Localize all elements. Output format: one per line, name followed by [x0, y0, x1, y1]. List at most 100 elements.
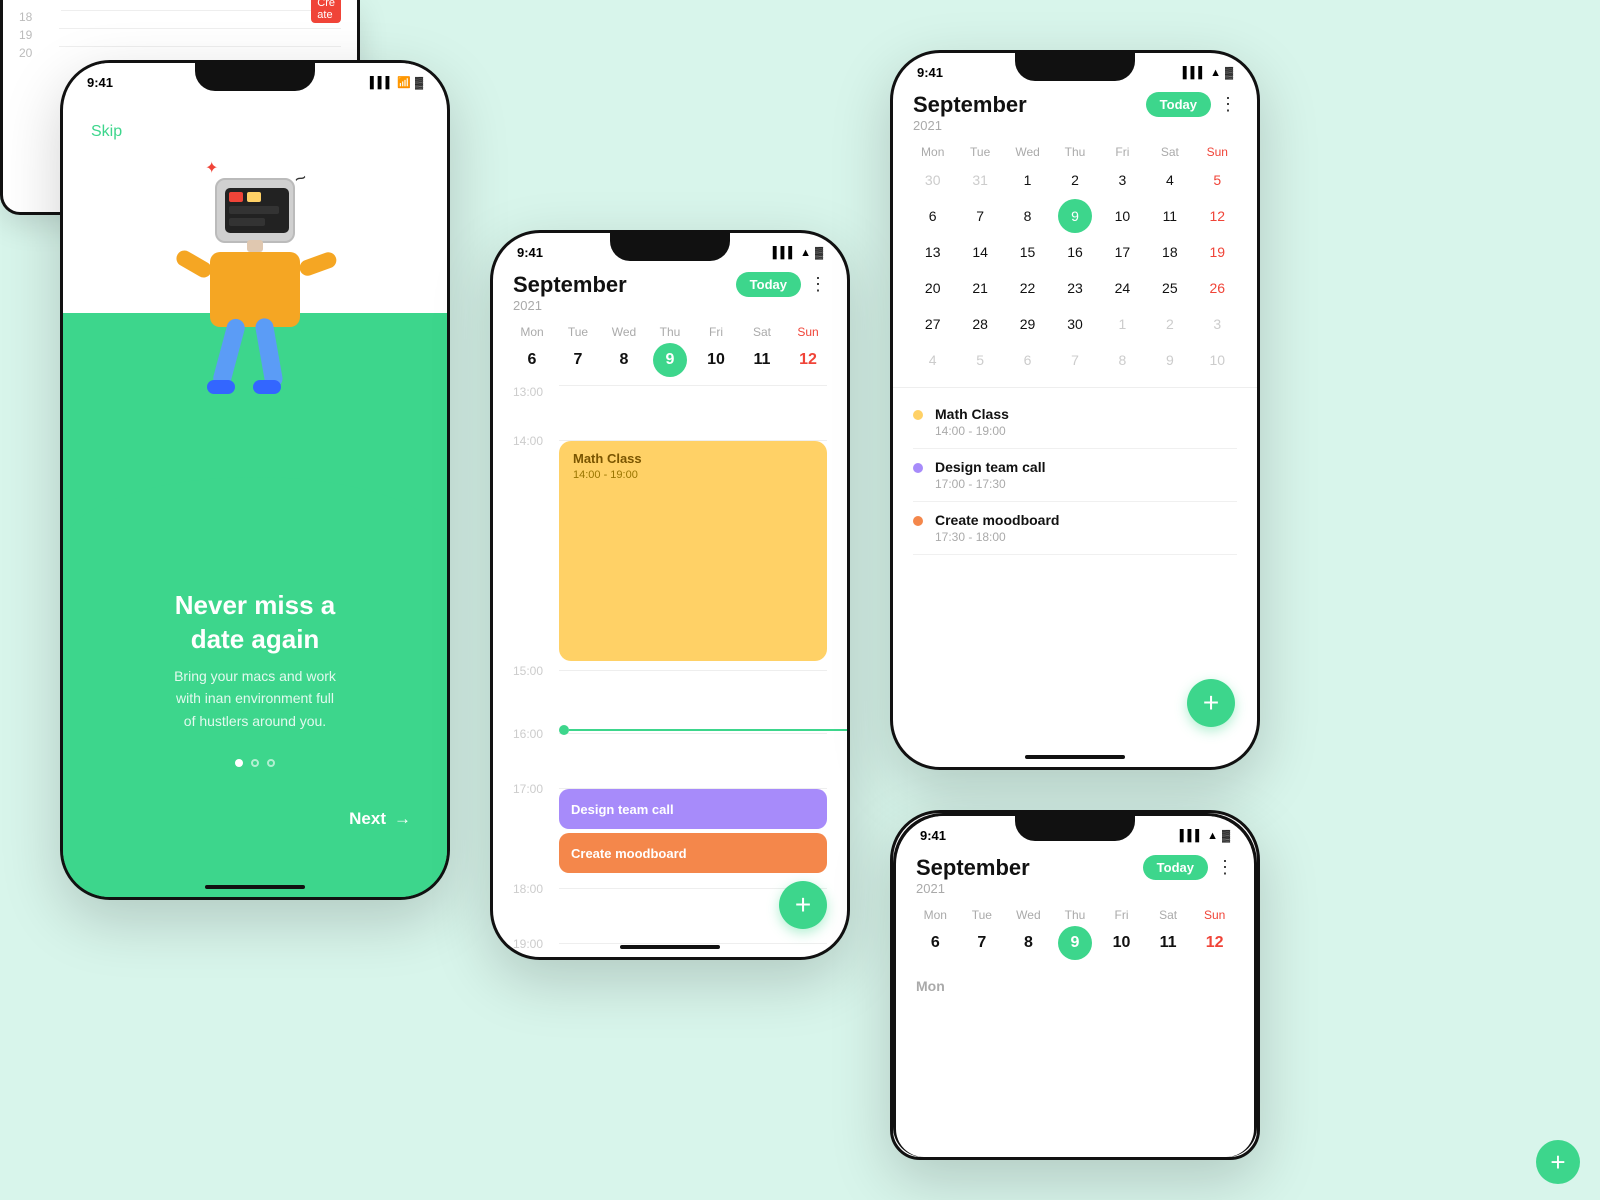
cal-28[interactable]: 28	[963, 307, 997, 341]
cal-oct8[interactable]: 8	[1105, 343, 1139, 377]
week-day-fri-b[interactable]: Fri 10	[1104, 908, 1140, 960]
week-day-fri[interactable]: Fri 10	[698, 325, 734, 377]
status-bar-5: 9:41 ▌▌▌ ▲ ▓	[896, 816, 1254, 847]
week-day-sun[interactable]: Sun 12	[790, 325, 826, 377]
cal-12[interactable]: 12	[1200, 199, 1234, 233]
home-bar-3	[620, 945, 720, 949]
cal-20[interactable]: 20	[916, 271, 950, 305]
today-button-bottom[interactable]: Today	[1143, 855, 1208, 880]
cal-10[interactable]: 10	[1105, 199, 1139, 233]
home-bar-4	[1025, 755, 1125, 759]
cal-29[interactable]: 29	[1011, 307, 1045, 341]
cal-oct1[interactable]: 1	[1105, 307, 1139, 341]
cal-9-today[interactable]: 9	[1058, 199, 1092, 233]
cal-27[interactable]: 27	[916, 307, 950, 341]
schedule-header: September 2021 Today ⋮	[493, 264, 847, 321]
week-day-sat-b[interactable]: Sat 11	[1150, 908, 1186, 960]
fab-full-cal[interactable]: +	[1187, 679, 1235, 727]
time-19: 19	[19, 28, 59, 42]
month-year-block: September 2021	[513, 272, 627, 313]
week-day-sat[interactable]: Sat 11	[744, 325, 780, 377]
more-options-bottom[interactable]: ⋮	[1216, 857, 1234, 878]
cal-30b[interactable]: 30	[1058, 307, 1092, 341]
cal-25[interactable]: 25	[1153, 271, 1187, 305]
time-row-19: 19	[19, 28, 341, 42]
cal-oct5[interactable]: 5	[963, 343, 997, 377]
col-thu: Thu	[1051, 145, 1098, 159]
cal-oct3[interactable]: 3	[1200, 307, 1234, 341]
cal-11[interactable]: 11	[1153, 199, 1187, 233]
line-19	[559, 943, 827, 944]
cal-grid-header: Mon Tue Wed Thu Fri Sat Sun	[909, 145, 1241, 159]
cal-4[interactable]: 4	[1153, 163, 1187, 197]
col-mon: Mon	[909, 145, 956, 159]
cal-6[interactable]: 6	[916, 199, 950, 233]
cal-oct6[interactable]: 6	[1011, 343, 1045, 377]
event-item-math[interactable]: Math Class 14:00 - 19:00	[913, 396, 1237, 449]
col-sat: Sat	[1146, 145, 1193, 159]
cal-oct9[interactable]: 9	[1153, 343, 1187, 377]
week-day-mon[interactable]: Mon 6	[514, 325, 550, 377]
time-row-18: 18 Create	[19, 10, 341, 24]
cal-17[interactable]: 17	[1105, 235, 1139, 269]
dot-1	[235, 759, 243, 767]
week-day-tue[interactable]: Tue 7	[560, 325, 596, 377]
robot-leg-left	[211, 317, 247, 389]
cal-oct2[interactable]: 2	[1153, 307, 1187, 341]
bottom-cal-header: September 2021 Today ⋮	[896, 847, 1254, 904]
next-button[interactable]: Next →	[349, 809, 411, 829]
robot-head	[215, 178, 295, 243]
week-day-tue-b[interactable]: Tue 7	[964, 908, 1000, 960]
week-day-thu-b[interactable]: Thu 9	[1057, 908, 1093, 960]
cal-oct4[interactable]: 4	[916, 343, 950, 377]
cal-7[interactable]: 7	[963, 199, 997, 233]
cal-19[interactable]: 19	[1200, 235, 1234, 269]
cal-13[interactable]: 13	[916, 235, 950, 269]
battery-3: ▓	[815, 247, 823, 259]
fab-schedule[interactable]: +	[779, 881, 827, 929]
week-day-sun-b[interactable]: Sun 12	[1197, 908, 1233, 960]
cal-21[interactable]: 21	[963, 271, 997, 305]
math-class-title: Math Class	[573, 451, 813, 466]
cal-14[interactable]: 14	[963, 235, 997, 269]
bottom-year: 2021	[916, 881, 1030, 896]
more-options-cal[interactable]: ⋮	[1219, 94, 1237, 115]
cal-8[interactable]: 8	[1011, 199, 1045, 233]
cal-15[interactable]: 15	[1011, 235, 1045, 269]
cal-18[interactable]: 18	[1153, 235, 1187, 269]
design-team-event[interactable]: Design team call	[559, 789, 827, 829]
cal-5[interactable]: 5	[1200, 163, 1234, 197]
today-button-cal[interactable]: Today	[1146, 92, 1211, 117]
cal-16[interactable]: 16	[1058, 235, 1092, 269]
math-class-event[interactable]: Math Class 14:00 - 19:00	[559, 441, 827, 661]
week-day-thu[interactable]: Thu 9	[652, 325, 688, 377]
cal-23[interactable]: 23	[1058, 271, 1092, 305]
cal-2[interactable]: 2	[1058, 163, 1092, 197]
time-label: 9:41	[87, 75, 113, 90]
cal-3[interactable]: 3	[1105, 163, 1139, 197]
week-day-mon-b[interactable]: Mon 6	[917, 908, 953, 960]
event-info-moodboard: Create moodboard 17:30 - 18:00	[935, 512, 1059, 544]
event-item-moodboard[interactable]: Create moodboard 17:30 - 18:00	[913, 502, 1237, 555]
phone-inner: 9:41 ▌▌▌ ▲ ▓ September 2021 Today ⋮ Mon …	[896, 816, 1254, 1157]
cal-30[interactable]: 30	[916, 163, 950, 197]
event-item-design[interactable]: Design team call 17:00 - 17:30	[913, 449, 1237, 502]
time-14: 14:00 Math Class 14:00 - 19:00	[513, 440, 827, 670]
cal-31[interactable]: 31	[963, 163, 997, 197]
cal-1[interactable]: 1	[1011, 163, 1045, 197]
label-17: 17:00	[513, 782, 559, 796]
skip-button[interactable]: Skip	[91, 123, 122, 141]
event-title-moodboard: Create moodboard	[935, 512, 1059, 528]
cal-oct10[interactable]: 10	[1200, 343, 1234, 377]
cal-24[interactable]: 24	[1105, 271, 1139, 305]
week-day-wed[interactable]: Wed 8	[606, 325, 642, 377]
week-day-wed-b[interactable]: Wed 8	[1010, 908, 1046, 960]
create-moodboard-event[interactable]: Create moodboard	[559, 833, 827, 873]
time-4: 9:41	[917, 65, 943, 80]
today-button-schedule[interactable]: Today	[736, 272, 801, 297]
onboarding-title: Never miss a date again	[63, 589, 447, 657]
cal-oct7[interactable]: 7	[1058, 343, 1092, 377]
cal-26[interactable]: 26	[1200, 271, 1234, 305]
more-options-schedule[interactable]: ⋮	[809, 274, 827, 295]
cal-22[interactable]: 22	[1011, 271, 1045, 305]
